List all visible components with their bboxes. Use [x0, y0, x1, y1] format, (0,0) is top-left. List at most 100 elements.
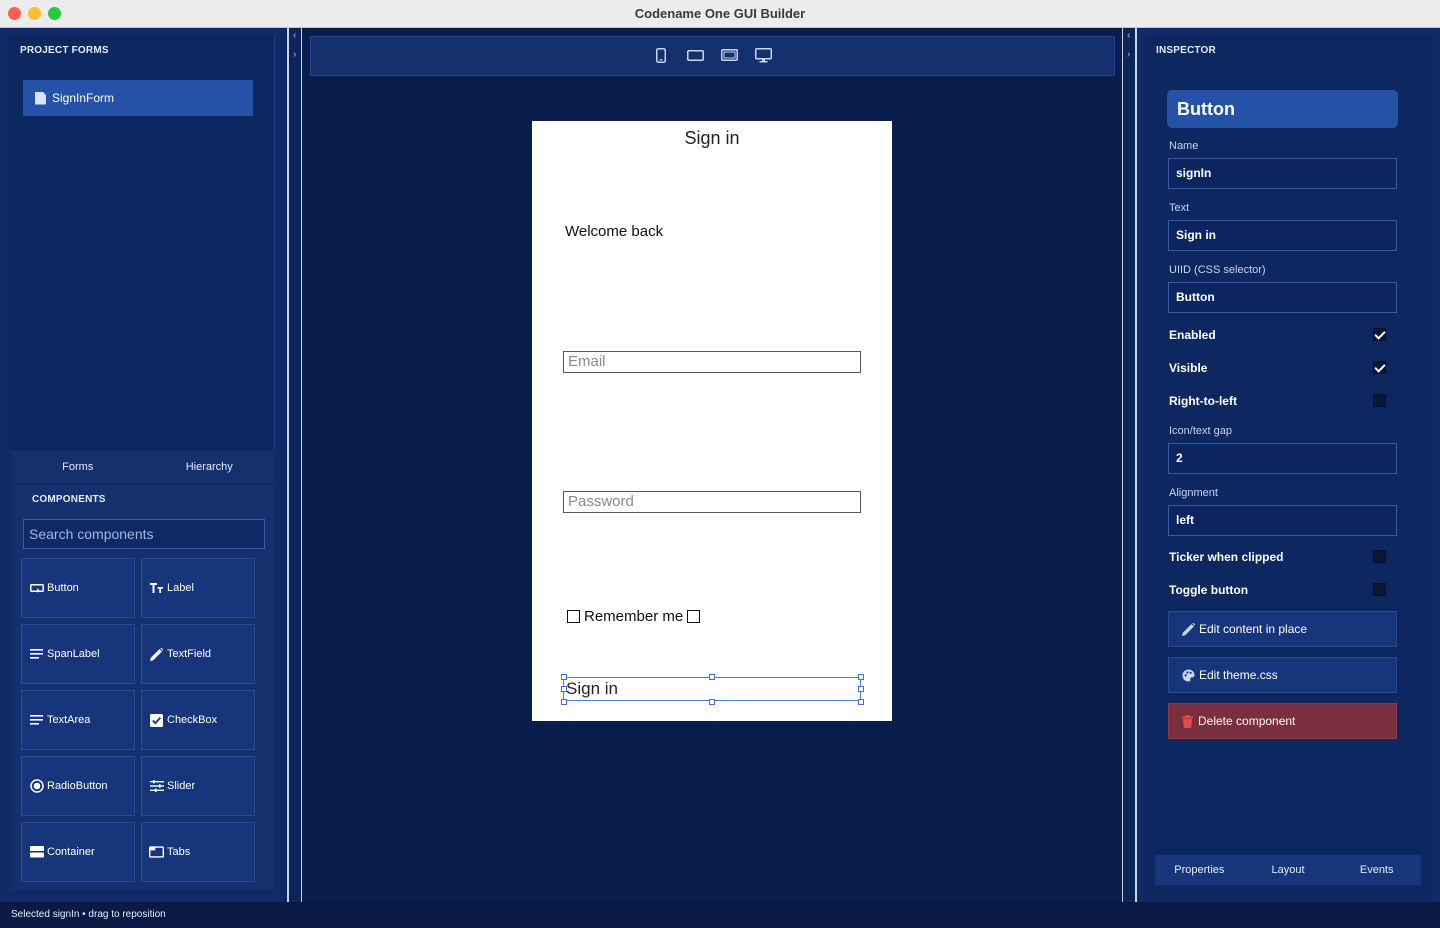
component-textarea[interactable]: TextArea [21, 690, 135, 750]
resize-handle[interactable] [709, 674, 715, 680]
rtl-label: Right-to-left [1169, 394, 1237, 408]
component-label: Container [47, 846, 95, 858]
form-item-signinform[interactable]: SignInForm [23, 80, 253, 116]
search-components-input[interactable] [23, 519, 265, 549]
toggle-label: Toggle button [1169, 583, 1249, 597]
remember-me-label: Remember me [584, 608, 684, 625]
form-preview: Sign in Welcome back Email Password Reme… [532, 121, 892, 721]
welcome-label[interactable]: Welcome back [565, 223, 663, 240]
component-label: TextArea [47, 714, 91, 726]
visible-row: Visible [1169, 361, 1397, 375]
tablet-landscape-icon[interactable] [686, 47, 704, 63]
resize-handle[interactable] [858, 699, 864, 705]
button-icon [29, 582, 44, 595]
tab-hierarchy[interactable]: Hierarchy [144, 451, 276, 483]
edit-content-button[interactable]: Edit content in place [1168, 611, 1397, 647]
resize-handle[interactable] [561, 674, 567, 680]
visible-checkbox[interactable] [1373, 361, 1386, 374]
sliders-icon [149, 780, 164, 793]
status-bar: Selected signIn • drag to reposition [0, 902, 1440, 928]
resize-handle[interactable] [709, 699, 715, 705]
name-label: Name [1169, 140, 1199, 152]
component-label: Button [47, 582, 79, 594]
enabled-row: Enabled [1169, 328, 1397, 342]
project-forms-heading: PROJECT FORMS [20, 45, 109, 56]
expand-left-icon[interactable]: › [293, 49, 296, 60]
text-field[interactable]: Sign in [1168, 220, 1397, 251]
visible-label: Visible [1169, 361, 1208, 375]
remember-me-checkbox[interactable]: Remember me [567, 608, 701, 625]
tab-events[interactable]: Events [1332, 855, 1421, 885]
tab-layout[interactable]: Layout [1244, 855, 1333, 885]
component-label: Tabs [167, 846, 191, 858]
component-checkbox[interactable]: CheckBox [141, 690, 255, 750]
lines-icon [29, 714, 44, 727]
component-label: Label [167, 582, 194, 594]
component-tabs[interactable]: Tabs [141, 822, 255, 882]
delete-label: Delete component [1198, 714, 1296, 728]
tab-properties[interactable]: Properties [1155, 855, 1244, 885]
sign-in-button-selected[interactable]: Sign in [563, 677, 861, 701]
gap-label: Icon/text gap [1169, 425, 1232, 437]
collapse-left-icon[interactable]: ‹ [293, 30, 296, 41]
component-radiobutton[interactable]: RadioButton [21, 756, 135, 816]
tabs-icon [149, 846, 164, 859]
edit-content-label: Edit content in place [1199, 622, 1308, 636]
resize-handle[interactable] [561, 686, 567, 692]
alignment-label: Alignment [1169, 487, 1218, 499]
collapse-right-icon[interactable]: ‹ [1127, 30, 1130, 41]
enabled-checkbox[interactable] [1373, 328, 1386, 341]
rtl-checkbox[interactable] [1373, 394, 1386, 407]
tablet-icon[interactable] [720, 47, 738, 63]
gap-field[interactable]: 2 [1168, 443, 1397, 474]
ticker-row: Ticker when clipped [1169, 550, 1397, 564]
toggle-row: Toggle button [1169, 583, 1397, 597]
desktop-icon[interactable] [754, 47, 772, 63]
right-splitter-edge [1122, 28, 1123, 902]
enabled-label: Enabled [1169, 328, 1216, 342]
uiid-label: UIID (CSS selector) [1169, 264, 1266, 276]
component-textfield[interactable]: TextField [141, 624, 255, 684]
component-label: CheckBox [167, 714, 218, 726]
component-container[interactable]: Container [21, 822, 135, 882]
component-button[interactable]: Button [21, 558, 135, 618]
uiid-field[interactable]: Button [1168, 282, 1397, 313]
window-title: Codename One GUI Builder [634, 6, 806, 21]
expand-right-icon[interactable]: › [1127, 49, 1130, 60]
phone-icon[interactable] [652, 47, 670, 63]
component-spanlabel[interactable]: SpanLabel [21, 624, 135, 684]
resize-handle[interactable] [858, 674, 864, 680]
edit-theme-button[interactable]: Edit theme.css [1168, 657, 1397, 693]
name-field[interactable]: signIn [1168, 158, 1397, 189]
form-item-label: SignInForm [52, 91, 115, 105]
checkbox-icon [149, 713, 164, 727]
lines-icon [29, 648, 44, 661]
radio-icon [29, 779, 44, 793]
text-icon [149, 582, 164, 595]
title-bar: Codename One GUI Builder [0, 0, 1440, 28]
left-tabs: Forms Hierarchy [12, 451, 275, 483]
resize-handle[interactable] [561, 699, 567, 705]
component-label[interactable]: Label [141, 558, 255, 618]
password-field[interactable]: Password [563, 491, 861, 513]
email-field[interactable]: Email [563, 351, 861, 373]
delete-component-button[interactable]: Delete component [1168, 703, 1397, 739]
toggle-checkbox[interactable] [1373, 583, 1386, 596]
text-label: Text [1169, 202, 1190, 214]
alignment-field[interactable]: left [1168, 505, 1397, 536]
component-label: Slider [167, 780, 196, 792]
trash-icon [1182, 714, 1193, 728]
edit-theme-label: Edit theme.css [1199, 668, 1278, 682]
resize-handle[interactable] [858, 686, 864, 692]
rtl-row: Right-to-left [1169, 394, 1397, 408]
inspector-tabs: Properties Layout Events [1155, 855, 1421, 885]
checkbox-icon [567, 610, 580, 623]
left-splitter[interactable] [287, 28, 289, 902]
container-icon [29, 846, 44, 859]
pencil-icon [1182, 622, 1195, 636]
form-title[interactable]: Sign in [532, 128, 892, 149]
ticker-checkbox[interactable] [1373, 550, 1386, 563]
component-slider[interactable]: Slider [141, 756, 255, 816]
tab-forms[interactable]: Forms [12, 451, 144, 483]
device-toolbar [310, 36, 1115, 76]
